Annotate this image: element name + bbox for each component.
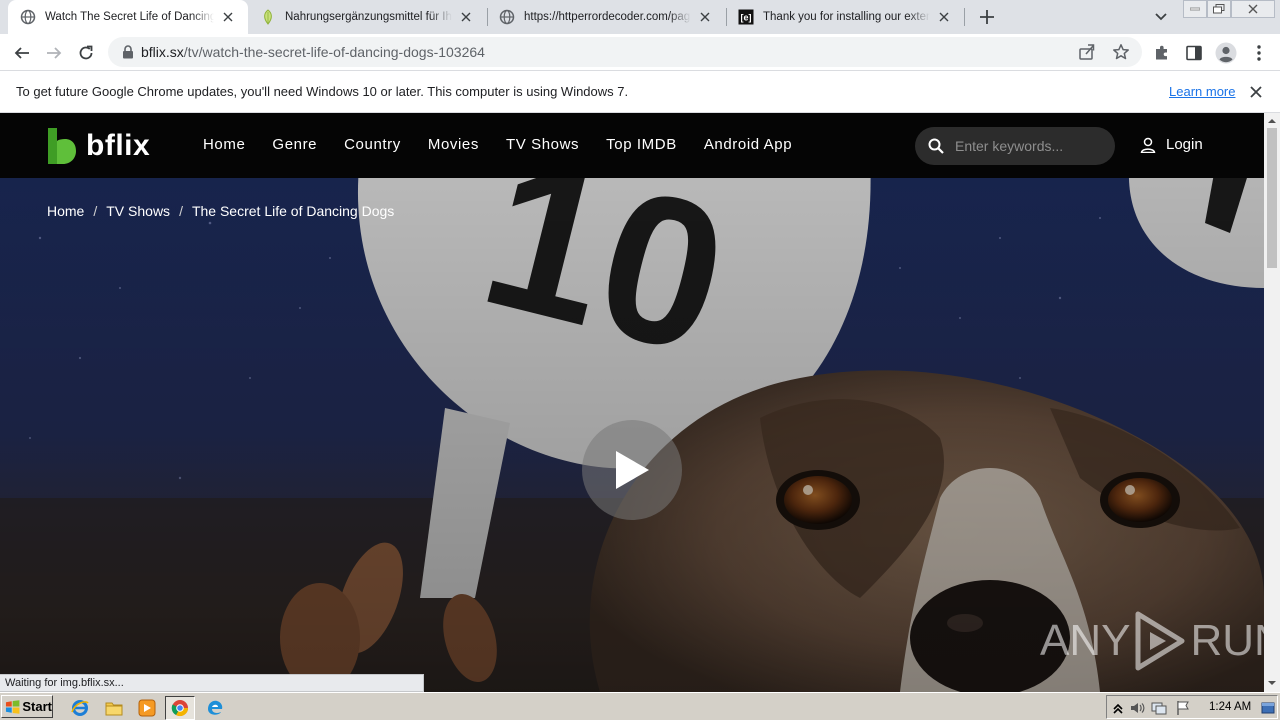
windows-taskbar: Start 1:24 AM [0,692,1280,720]
learn-more-link[interactable]: Learn more [1169,84,1235,99]
breadcrumb: Home / TV Shows / The Secret Life of Dan… [47,203,394,219]
close-tab-icon[interactable] [936,9,952,25]
taskbar-clock[interactable]: 1:24 AM [1209,701,1251,713]
site-search [915,127,1115,165]
breadcrumb-home[interactable]: Home [47,203,84,219]
watermark-left: ANY [1040,616,1131,665]
svg-text:[e]: [e] [741,13,752,23]
watermark-right: RUN [1190,616,1264,665]
url-text[interactable]: bflix.sx/tv/watch-the-secret-life-of-dan… [141,44,485,60]
profile-avatar-icon[interactable] [1212,39,1240,67]
nav-home[interactable]: Home [203,136,245,153]
minimize-button[interactable] [1183,0,1207,18]
tab-extension[interactable]: [e] Thank you for installing our extensi… [726,0,964,34]
edge-icon[interactable] [204,697,226,719]
volume-icon[interactable] [1129,700,1145,716]
extensions-puzzle-icon[interactable] [1148,39,1176,67]
media-player-icon[interactable] [136,697,158,719]
page-viewport: bflix Home Genre Country Movies TV Shows… [0,113,1264,692]
close-icon[interactable] [1247,83,1265,101]
tab-bflix[interactable]: Watch The Secret Life of Dancing Dogs [8,0,248,34]
nav-country[interactable]: Country [344,136,401,153]
extension-logo-icon: [e] [738,9,754,25]
close-window-button[interactable] [1231,0,1275,18]
play-button[interactable] [582,420,682,520]
leaf-icon [260,9,276,25]
tab-nahrung[interactable]: Nahrungsergänzungsmittel für Ihre Gesund… [248,0,486,34]
show-desktop-icon[interactable] [1261,700,1275,716]
system-tray: 1:24 AM [1106,695,1278,719]
search-icon[interactable] [928,138,944,154]
login-label: Login [1166,136,1203,153]
update-infobar: To get future Google Chrome updates, you… [0,71,1280,113]
tab-title: Nahrungsergänzungsmittel für Ihre Gesund… [285,11,452,23]
internet-explorer-icon[interactable] [69,697,91,719]
loading-status: Waiting for img.bflix.sx... [0,674,424,692]
tab-httperror[interactable]: https://httperrordecoder.com/page/ [487,0,725,34]
tab-divider [964,8,965,26]
close-tab-icon[interactable] [697,9,713,25]
restore-button[interactable] [1207,0,1231,18]
nav-top-imdb[interactable]: Top IMDB [606,136,677,153]
logo-text: bflix [86,129,151,162]
url-host: bflix.sx [141,44,184,60]
chrome-taskbar-icon[interactable] [165,696,195,720]
infobar-message: To get future Google Chrome updates, you… [16,84,629,99]
lock-icon[interactable] [120,44,136,60]
search-input[interactable] [955,136,1105,156]
address-bar[interactable]: bflix.sx/tv/watch-the-secret-life-of-dan… [108,37,1142,67]
tab-title: https://httperrordecoder.com/page/ [524,11,691,23]
anyrun-play-icon [1135,611,1185,671]
globe-icon [499,9,515,25]
video-player[interactable]: 10 Home / [0,178,1264,692]
forward-button[interactable] [40,39,68,67]
nav-genre[interactable]: Genre [272,136,317,153]
back-button[interactable] [8,39,36,67]
start-button[interactable]: Start [1,695,53,718]
tab-search-button[interactable] [1150,6,1172,28]
chrome-menu-icon[interactable] [1245,39,1273,67]
user-icon [1140,137,1156,153]
action-center-flag-icon[interactable] [1175,700,1191,716]
nav-android-app[interactable]: Android App [704,136,792,153]
show-hidden-icons-icon[interactable] [1110,700,1126,716]
nav-movies[interactable]: Movies [428,136,479,153]
site-header: bflix Home Genre Country Movies TV Shows… [0,113,1264,178]
breadcrumb-separator: / [93,203,98,219]
breadcrumb-tv-shows[interactable]: TV Shows [106,203,170,219]
main-nav: Home Genre Country Movies TV Shows Top I… [203,136,819,153]
close-tab-icon[interactable] [220,9,236,25]
url-path: /tv/watch-the-secret-life-of-dancing-dog… [183,44,485,60]
reload-button[interactable] [72,39,100,67]
tab-title: Watch The Secret Life of Dancing Dogs [45,11,214,23]
browser-toolbar: bflix.sx/tv/watch-the-secret-life-of-dan… [0,34,1280,71]
bflix-logo-icon [48,128,76,164]
breadcrumb-current: The Secret Life of Dancing Dogs [191,203,395,219]
new-tab-button[interactable] [975,5,999,29]
nav-tv-shows[interactable]: TV Shows [506,136,579,153]
bookmark-star-icon[interactable] [1112,43,1130,61]
network-icon[interactable] [1151,700,1167,716]
globe-icon [20,9,36,25]
scroll-thumb[interactable] [1267,128,1277,268]
play-icon [616,451,649,489]
start-label: Start [22,699,52,714]
scroll-up-arrow-icon[interactable] [1268,117,1276,125]
site-logo[interactable]: bflix [46,128,150,164]
tab-title: Thank you for installing our extension [763,11,930,23]
tab-strip: Watch The Secret Life of Dancing Dogs Na… [0,0,1280,34]
windows-logo-icon [5,699,20,714]
anyrun-watermark: ANY RUN [1040,610,1264,672]
breadcrumb-separator: / [179,203,183,219]
close-tab-icon[interactable] [458,9,474,25]
page-scrollbar[interactable] [1264,113,1280,692]
login-button[interactable]: Login [1140,136,1203,153]
side-panel-icon[interactable] [1180,39,1208,67]
file-explorer-icon[interactable] [103,697,125,719]
share-icon[interactable] [1078,43,1096,61]
scroll-down-arrow-icon[interactable] [1268,679,1276,687]
